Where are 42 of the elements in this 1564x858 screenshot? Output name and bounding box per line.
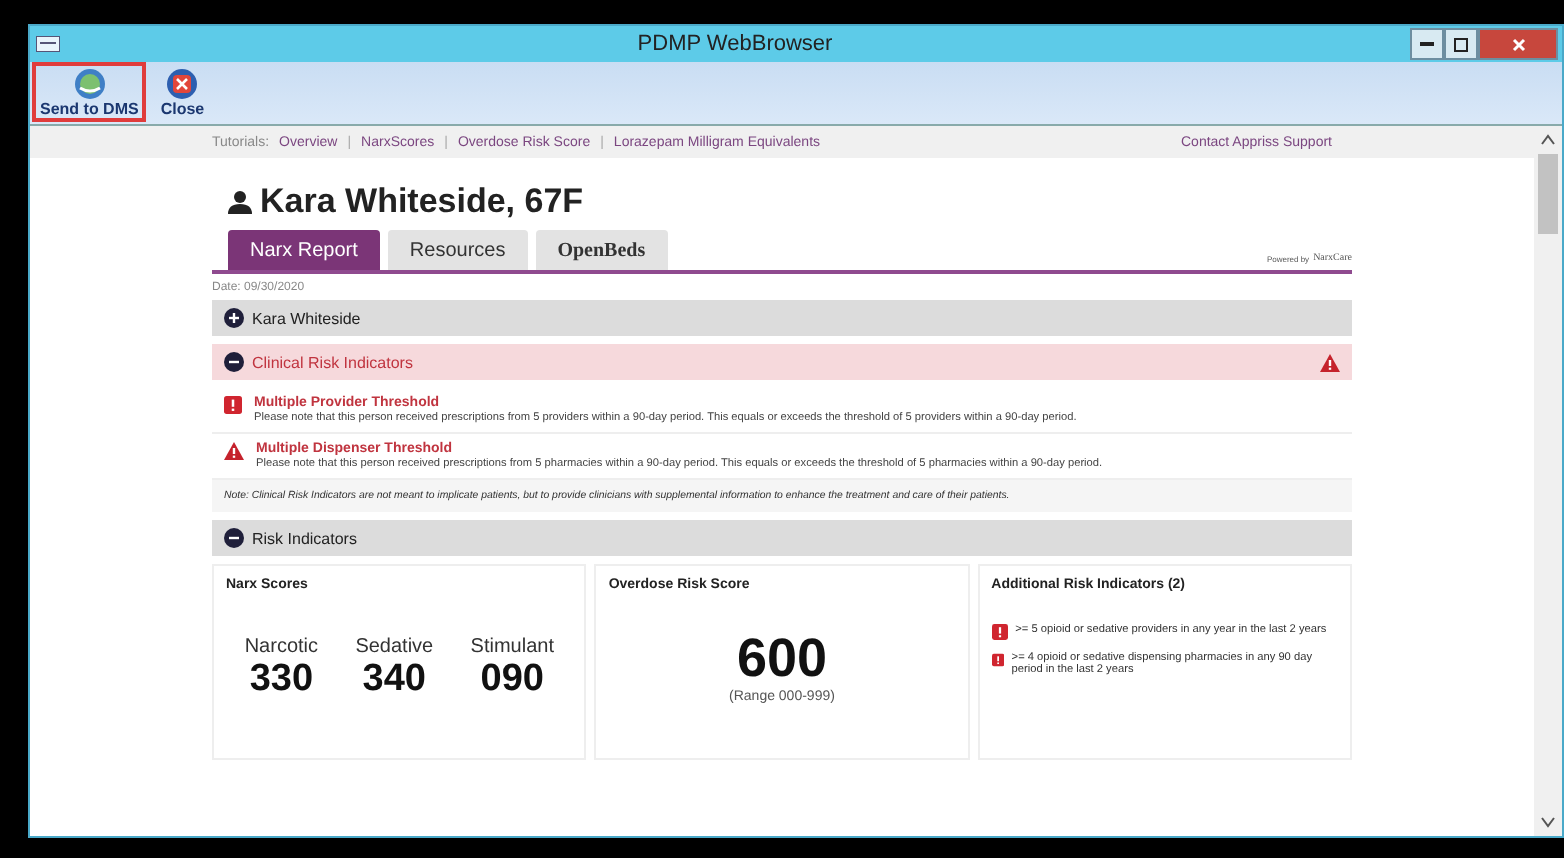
- section-header[interactable]: Clinical Risk Indicators: [212, 344, 1352, 380]
- warning-icon: [224, 442, 244, 460]
- patient-name: Kara Whiteside, 67F: [260, 182, 584, 222]
- close-button[interactable]: [1478, 28, 1558, 60]
- minimize-icon: [1420, 42, 1434, 46]
- score-label: Narcotic: [244, 636, 319, 658]
- collapse-icon[interactable]: [224, 528, 244, 548]
- error-icon: [224, 396, 242, 414]
- tab[interactable]: Narx Report: [228, 230, 380, 270]
- close-button[interactable]: Close: [152, 62, 213, 122]
- minimize-button[interactable]: [1410, 28, 1444, 60]
- scroll-up-icon[interactable]: [1540, 134, 1556, 146]
- section-title: Clinical Risk Indicators: [252, 353, 413, 371]
- section-title: Risk Indicators: [252, 529, 357, 547]
- warning-icon: [1320, 353, 1340, 371]
- globe-icon: [73, 68, 106, 100]
- window-title: PDMP WebBrowser: [637, 32, 833, 56]
- close-icon: [166, 68, 199, 100]
- section-header[interactable]: Kara Whiteside: [212, 300, 1352, 336]
- score-label: Stimulant: [470, 636, 554, 658]
- scroll-down-icon[interactable]: [1540, 816, 1556, 828]
- person-icon: [228, 190, 252, 214]
- score-value: 090: [480, 658, 544, 702]
- tab[interactable]: Resources: [387, 230, 528, 270]
- close-icon: [1511, 37, 1525, 51]
- score-label: Sedative: [355, 636, 434, 658]
- score-value: 330: [249, 658, 314, 702]
- collapse-icon[interactable]: [224, 352, 244, 372]
- error-icon: [991, 652, 1004, 668]
- scroll-thumb[interactable]: [1538, 154, 1558, 234]
- section-title: Kara Whiteside: [252, 309, 361, 327]
- score-value: 340: [362, 658, 426, 702]
- error-icon: [991, 624, 1008, 640]
- send-button[interactable]: Send to DMS: [32, 62, 147, 122]
- overdose-score: 600: [736, 628, 828, 689]
- restore-icon: [1454, 37, 1468, 51]
- scrollbar[interactable]: [1534, 126, 1562, 836]
- app-icon: [36, 36, 60, 52]
- section-header[interactable]: Risk Indicators: [212, 520, 1352, 556]
- expand-icon[interactable]: [224, 308, 244, 328]
- restore-button[interactable]: [1444, 28, 1478, 60]
- tab[interactable]: OpenBeds: [535, 230, 668, 270]
